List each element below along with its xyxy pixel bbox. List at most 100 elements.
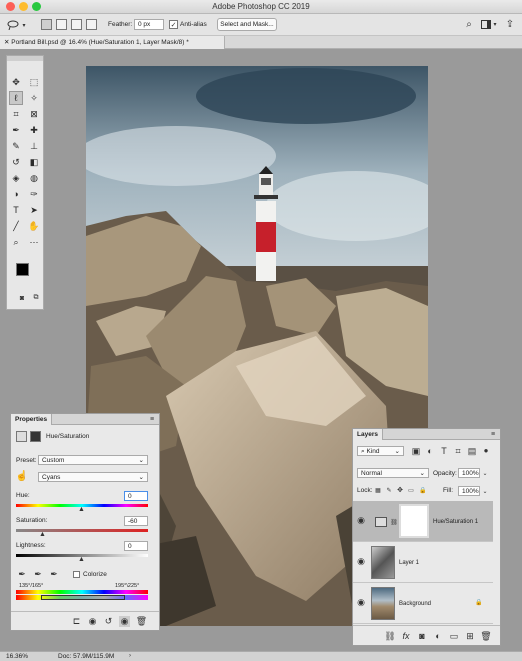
fill-input[interactable]: 100% xyxy=(458,486,480,496)
lock-artboard-icon[interactable]: ▭ xyxy=(407,486,415,494)
layer-row-background[interactable]: ◉ Background 🔒 xyxy=(353,583,493,624)
targeted-adjustment-icon[interactable]: ☝ xyxy=(16,470,28,482)
select-and-mask-button[interactable]: Select and Mask... xyxy=(217,18,277,31)
type-icon[interactable]: T xyxy=(9,203,23,217)
adjustment-filter-icon[interactable]: ◐ xyxy=(425,446,435,456)
hue-slider-handle[interactable]: ▲ xyxy=(78,506,85,513)
document-tab[interactable]: ✕ Portland Bill.psd @ 16.4% (Hue/Saturat… xyxy=(0,36,225,49)
new-group-icon[interactable]: ▭ xyxy=(449,631,459,641)
preset-dropdown[interactable]: Custom ⌄ xyxy=(38,455,148,465)
lightness-slider-handle[interactable]: ▲ xyxy=(78,556,85,563)
reset-icon[interactable]: ↺ xyxy=(103,616,114,627)
marquee-icon[interactable]: ⬚ xyxy=(27,75,41,89)
chevron-down-icon[interactable]: ▾ xyxy=(491,18,499,31)
lightness-input[interactable]: 0 xyxy=(124,541,148,551)
fx-icon[interactable]: fx xyxy=(401,631,411,641)
lasso-icon[interactable]: ℓ xyxy=(9,91,23,105)
blur-icon[interactable]: ◍ xyxy=(27,171,41,185)
chevron-down-icon[interactable]: ⌄ xyxy=(481,468,489,478)
search-icon[interactable]: ⌕ xyxy=(463,18,475,31)
layer-thumbnail[interactable] xyxy=(371,546,395,579)
eyedropper-icon[interactable]: ✒ xyxy=(9,123,23,137)
opacity-input[interactable]: 100% xyxy=(458,468,480,478)
lock-transparent-icon[interactable]: ▦ xyxy=(374,486,382,494)
kind-filter-dropdown[interactable]: ⌕ Kind ⌄ xyxy=(357,446,404,456)
layer-thumbnail[interactable] xyxy=(371,587,395,620)
history-brush-icon[interactable]: ↺ xyxy=(9,155,23,169)
screen-mode-icon[interactable]: ⧉ xyxy=(30,293,42,303)
type-filter-icon[interactable]: T xyxy=(439,446,449,456)
quick-mask-icon[interactable]: ◙ xyxy=(16,293,28,303)
eye-icon[interactable]: ◉ xyxy=(357,597,365,607)
brush-icon[interactable]: ✎ xyxy=(9,139,23,153)
tools-panel-header[interactable] xyxy=(7,56,43,61)
crop-icon[interactable]: ⌗ xyxy=(9,107,23,121)
intersect-selection-icon[interactable] xyxy=(86,19,97,30)
dodge-icon[interactable]: ◑ xyxy=(9,187,23,201)
eye-icon[interactable]: ◉ xyxy=(357,515,365,525)
more-tools-icon[interactable]: ⋯ xyxy=(27,235,41,249)
tab-layers[interactable]: Layers xyxy=(353,429,383,440)
pixel-filter-icon[interactable]: ▣ xyxy=(411,446,421,456)
lock-position-icon[interactable]: ✥ xyxy=(396,486,404,494)
clone-stamp-icon[interactable]: ⊥ xyxy=(27,139,41,153)
pen-icon[interactable]: ✑ xyxy=(27,187,41,201)
eyedropper-plus-icon[interactable]: ✒ xyxy=(33,569,43,579)
saturation-slider-handle[interactable]: ▲ xyxy=(39,531,46,538)
filter-toggle-icon[interactable]: ● xyxy=(481,445,491,455)
new-adjustment-icon[interactable]: ◐ xyxy=(433,631,443,641)
zoom-level[interactable]: 16.36% xyxy=(6,653,28,660)
path-selection-icon[interactable]: ➤ xyxy=(27,203,41,217)
new-layer-icon[interactable]: ⊞ xyxy=(465,631,475,641)
chevron-down-icon[interactable]: ▾ xyxy=(20,19,28,31)
trash-icon[interactable]: 🗑 xyxy=(480,631,491,641)
lock-pixels-icon[interactable]: ✎ xyxy=(385,486,393,494)
paint-bucket-icon[interactable]: ◈ xyxy=(9,171,23,185)
saturation-slider-track[interactable] xyxy=(16,529,148,532)
chevron-right-icon[interactable]: › xyxy=(126,652,134,660)
layer-row-layer-1[interactable]: ◉ Layer 1 xyxy=(353,542,493,583)
layer-name[interactable]: Background xyxy=(399,601,431,607)
layer-name[interactable]: Hue/Saturation 1 xyxy=(433,519,478,525)
home-icon[interactable] xyxy=(6,19,20,31)
eye-icon[interactable]: ◉ xyxy=(357,556,365,566)
menu-icon[interactable]: ≡ xyxy=(148,415,156,423)
antialias-checkbox[interactable]: ✓ xyxy=(169,20,178,29)
layer-mask-icon[interactable] xyxy=(30,431,41,442)
view-previous-icon[interactable]: ◉ xyxy=(87,616,98,627)
eraser-icon[interactable]: ◧ xyxy=(27,155,41,169)
frame-icon[interactable]: ⊠ xyxy=(27,107,41,121)
hue-input[interactable]: 0 xyxy=(124,491,148,501)
shape-filter-icon[interactable]: ⌗ xyxy=(453,446,463,456)
visibility-icon[interactable]: ◉ xyxy=(119,616,130,627)
menu-icon[interactable]: ≡ xyxy=(489,430,497,438)
blend-mode-dropdown[interactable]: Normal ⌄ xyxy=(357,468,429,478)
layer-name[interactable]: Layer 1 xyxy=(399,560,419,566)
add-mask-icon[interactable]: ◙ xyxy=(417,631,427,641)
hand-icon[interactable]: ✋ xyxy=(27,219,41,233)
zoom-icon[interactable]: ⌕ xyxy=(9,235,23,249)
eyedropper-minus-icon[interactable]: ✒ xyxy=(49,569,59,579)
color-range-selector[interactable] xyxy=(41,595,125,600)
foreground-color-swatch[interactable] xyxy=(16,263,29,276)
eyedropper-icon[interactable]: ✒ xyxy=(17,569,27,579)
magic-wand-icon[interactable]: ✧ xyxy=(27,91,41,105)
clip-to-layer-icon[interactable]: ⊏ xyxy=(71,616,82,627)
new-selection-icon[interactable] xyxy=(41,19,52,30)
link-layers-icon[interactable]: ⛓ xyxy=(384,631,395,641)
colorize-checkbox[interactable] xyxy=(73,571,80,578)
move-icon[interactable]: ✥ xyxy=(9,75,23,89)
add-selection-icon[interactable] xyxy=(56,19,67,30)
saturation-input[interactable]: -60 xyxy=(124,516,148,526)
layer-mask-thumbnail[interactable] xyxy=(399,504,429,538)
share-icon[interactable]: ⇪ xyxy=(504,18,516,31)
smart-object-filter-icon[interactable]: ▤ xyxy=(467,446,477,456)
tab-properties[interactable]: Properties xyxy=(11,414,53,425)
channel-dropdown[interactable]: Cyans ⌄ xyxy=(38,472,148,482)
feather-input[interactable]: 0 px xyxy=(134,19,164,30)
line-icon[interactable]: ╱ xyxy=(9,219,23,233)
trash-icon[interactable]: 🗑 xyxy=(136,616,147,627)
layer-row-hue-saturation[interactable]: ◉ ⛓ Hue/Saturation 1 xyxy=(353,501,493,542)
healing-brush-icon[interactable]: ✚ xyxy=(27,123,41,137)
chevron-down-icon[interactable]: ⌄ xyxy=(481,486,489,496)
